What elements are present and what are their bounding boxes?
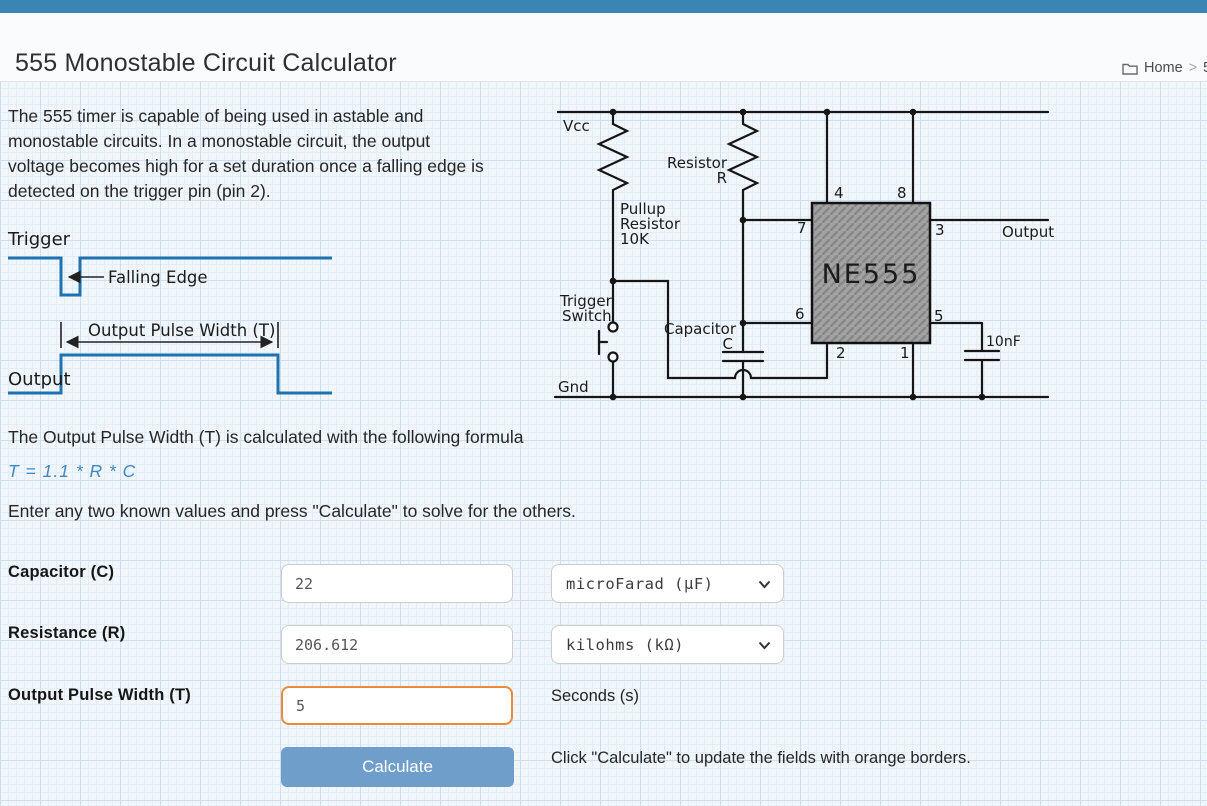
pullup-label-3: 10K (620, 230, 650, 248)
header: 555 Monostable Circuit Calculator Home >… (0, 13, 1207, 82)
resistance-unit-select[interactable]: kilohms (kΩ) (551, 625, 784, 664)
pulse-width-input[interactable] (281, 686, 513, 725)
capacitor-input[interactable] (281, 564, 513, 603)
switch-contact-bottom (607, 351, 619, 363)
trigger-waveform-label: Trigger (7, 229, 71, 250)
breadcrumb: Home > 55 (1122, 60, 1207, 76)
timing-resistor (726, 110, 760, 354)
folder-icon (1122, 63, 1138, 75)
waveform-diagram: Trigger Falling Edge Output Pulse Width … (7, 229, 332, 395)
pin8-label: 8 (897, 184, 907, 202)
top-accent-bar (0, 0, 1207, 13)
chevron-down-icon (758, 641, 771, 650)
resistance-input[interactable] (281, 625, 513, 664)
page-title: 555 Monostable Circuit Calculator (15, 49, 397, 77)
pin5-label: 5 (934, 307, 944, 325)
capacitor-label: Capacitor (C) (8, 563, 115, 581)
pin1-label: 1 (900, 344, 910, 362)
output-waveform-label: Output (8, 369, 71, 390)
bypass-cap-label: 10nF (986, 334, 1021, 350)
chevron-down-icon (758, 580, 771, 589)
breadcrumb-home-link[interactable]: Home (1144, 60, 1183, 76)
capacitor-unit-value: microFarad (μF) (566, 574, 714, 593)
pin4-label: 4 (834, 184, 844, 202)
resistance-unit-value: kilohms (kΩ) (566, 635, 684, 654)
pulse-width-label: Output Pulse Width (T) (88, 321, 275, 340)
switch-actuator (597, 329, 609, 356)
formula-description: The Output Pulse Width (T) is calculated… (8, 427, 524, 447)
timing-capacitor (721, 350, 765, 399)
breadcrumb-current: 55 (1203, 60, 1207, 76)
calculate-button[interactable]: Calculate (281, 747, 514, 787)
pulse-width-unit-label: Seconds (s) (551, 687, 640, 705)
circuit-schematic: Vcc Gnd Pullup Resistor 10K Resistor R T… (553, 108, 1054, 401)
intro-paragraph: The 555 timer is capable of being used i… (8, 106, 484, 201)
pin6-label: 6 (795, 305, 805, 323)
resistance-label: Resistance (R) (8, 624, 126, 642)
gnd-label: Gnd (558, 378, 589, 396)
pin2-label: 2 (836, 344, 846, 362)
pulse-width-label: Output Pulse Width (T) (8, 686, 191, 704)
pin3-label: 3 (935, 221, 945, 239)
calculate-note: Click "Calculate" to update the fields w… (551, 749, 971, 767)
ne555-chip-label: NE555 (822, 259, 921, 290)
pin7-label: 7 (797, 219, 807, 237)
resistor-label-2: R (717, 169, 727, 187)
page: 555 Monostable Circuit Calculator Home >… (0, 0, 1207, 806)
formula-instruction: Enter any two known values and press "Ca… (8, 501, 576, 521)
falling-edge-label: Falling Edge (108, 268, 208, 287)
capacitor-label-2: C (723, 335, 733, 353)
output-label: Output (1002, 223, 1054, 241)
vcc-label: Vcc (563, 117, 590, 135)
breadcrumb-separator: > (1188, 60, 1198, 76)
switch-label-2: Switch (562, 307, 612, 325)
formula-equation: T = 1.1 * R * C (8, 461, 137, 481)
capacitor-unit-select[interactable]: microFarad (μF) (551, 564, 784, 603)
